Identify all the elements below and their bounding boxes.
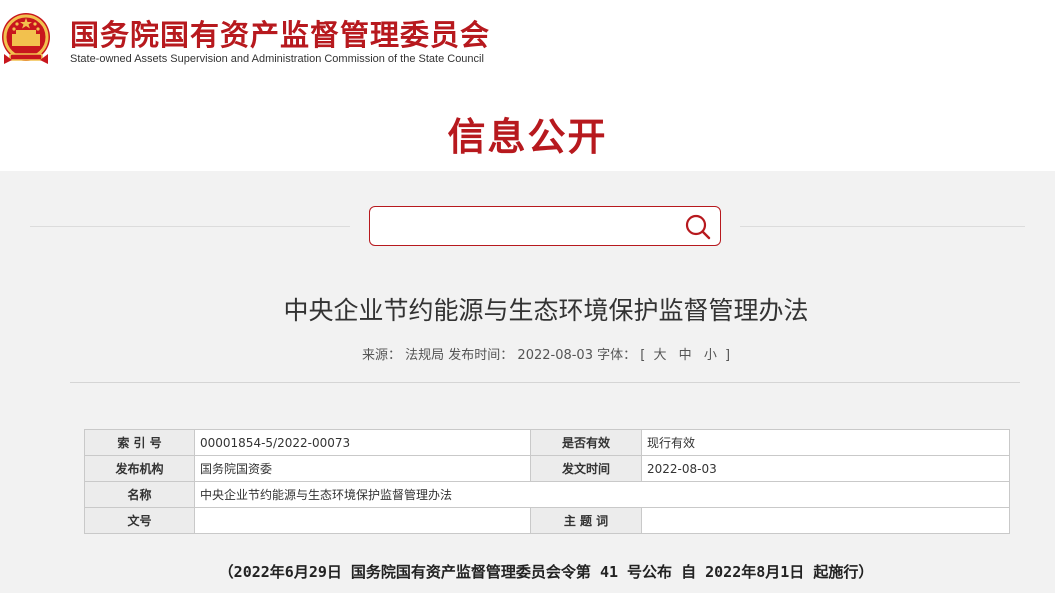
table-row: 发布机构 国务院国资委 发文时间 2022-08-03 xyxy=(84,455,1010,482)
org-name-english[interactable]: State-owned Assets Supervision and Admin… xyxy=(70,53,484,65)
font-size-small-link[interactable]: 小 xyxy=(700,344,721,363)
subject-keywords-value xyxy=(641,507,1010,534)
validity-value: 现行有效 xyxy=(641,429,1010,456)
font-size-medium-link[interactable]: 中 xyxy=(675,344,696,363)
article-title: 中央企业节约能源与生态环境保护监督管理办法 xyxy=(283,296,809,325)
search-input[interactable] xyxy=(378,213,668,239)
decree-note: （2022年6月29日 国务院国有资产监督管理委员会令第 41 号公布 自 20… xyxy=(218,563,874,581)
source-value: 法规局 xyxy=(405,348,445,363)
issue-date-value: 2022-08-03 xyxy=(641,455,1010,482)
subject-keywords-label: 主 题 词 xyxy=(530,507,642,534)
document-info-table: 索 引 号 00001854-5/2022-00073 是否有效 现行有效 发布… xyxy=(84,429,1010,534)
bracket-close: ] xyxy=(724,348,731,363)
document-number-value xyxy=(194,507,531,534)
org-name-chinese[interactable]: 国务院国有资产监督管理委员会 xyxy=(70,12,490,54)
bracket-open: [ xyxy=(640,348,646,363)
publish-date: 2022-08-03 xyxy=(517,348,593,363)
search-divider-right xyxy=(740,226,1025,227)
font-size-label: 字体： xyxy=(597,348,637,363)
search-box xyxy=(369,206,721,246)
search-divider-left xyxy=(30,226,350,227)
publish-label: 发布时间： xyxy=(448,348,514,363)
index-number-label: 索 引 号 xyxy=(84,429,195,456)
document-number-label: 文号 xyxy=(84,507,195,534)
name-label: 名称 xyxy=(84,481,195,508)
section-title: 信息公开 xyxy=(447,115,608,159)
name-value: 中央企业节约能源与生态环境保护监督管理办法 xyxy=(194,481,1010,508)
table-row: 索 引 号 00001854-5/2022-00073 是否有效 现行有效 xyxy=(84,429,1010,456)
table-row: 文号 主 题 词 xyxy=(84,507,1010,534)
issuer-label: 发布机构 xyxy=(84,455,195,482)
issuer-value: 国务院国资委 xyxy=(194,455,531,482)
index-number-value: 00001854-5/2022-00073 xyxy=(194,429,531,456)
source-label: 来源： xyxy=(361,348,401,363)
article-meta: 来源： 法规局 发布时间： 2022-08-03 字体： [ 大 中 小 ] xyxy=(0,344,1055,363)
national-emblem-icon[interactable] xyxy=(0,10,52,68)
issue-date-label: 发文时间 xyxy=(530,455,642,482)
validity-label: 是否有效 xyxy=(530,429,642,456)
site-header: 国务院国有资产监督管理委员会 State-owned Assets Superv… xyxy=(0,0,1055,171)
meta-divider xyxy=(70,382,1020,383)
content-area: 中央企业节约能源与生态环境保护监督管理办法 来源： 法规局 发布时间： 2022… xyxy=(0,171,1055,593)
search-icon[interactable] xyxy=(684,213,712,241)
table-row: 名称 中央企业节约能源与生态环境保护监督管理办法 xyxy=(84,481,1010,508)
font-size-large-link[interactable]: 大 xyxy=(650,344,671,363)
